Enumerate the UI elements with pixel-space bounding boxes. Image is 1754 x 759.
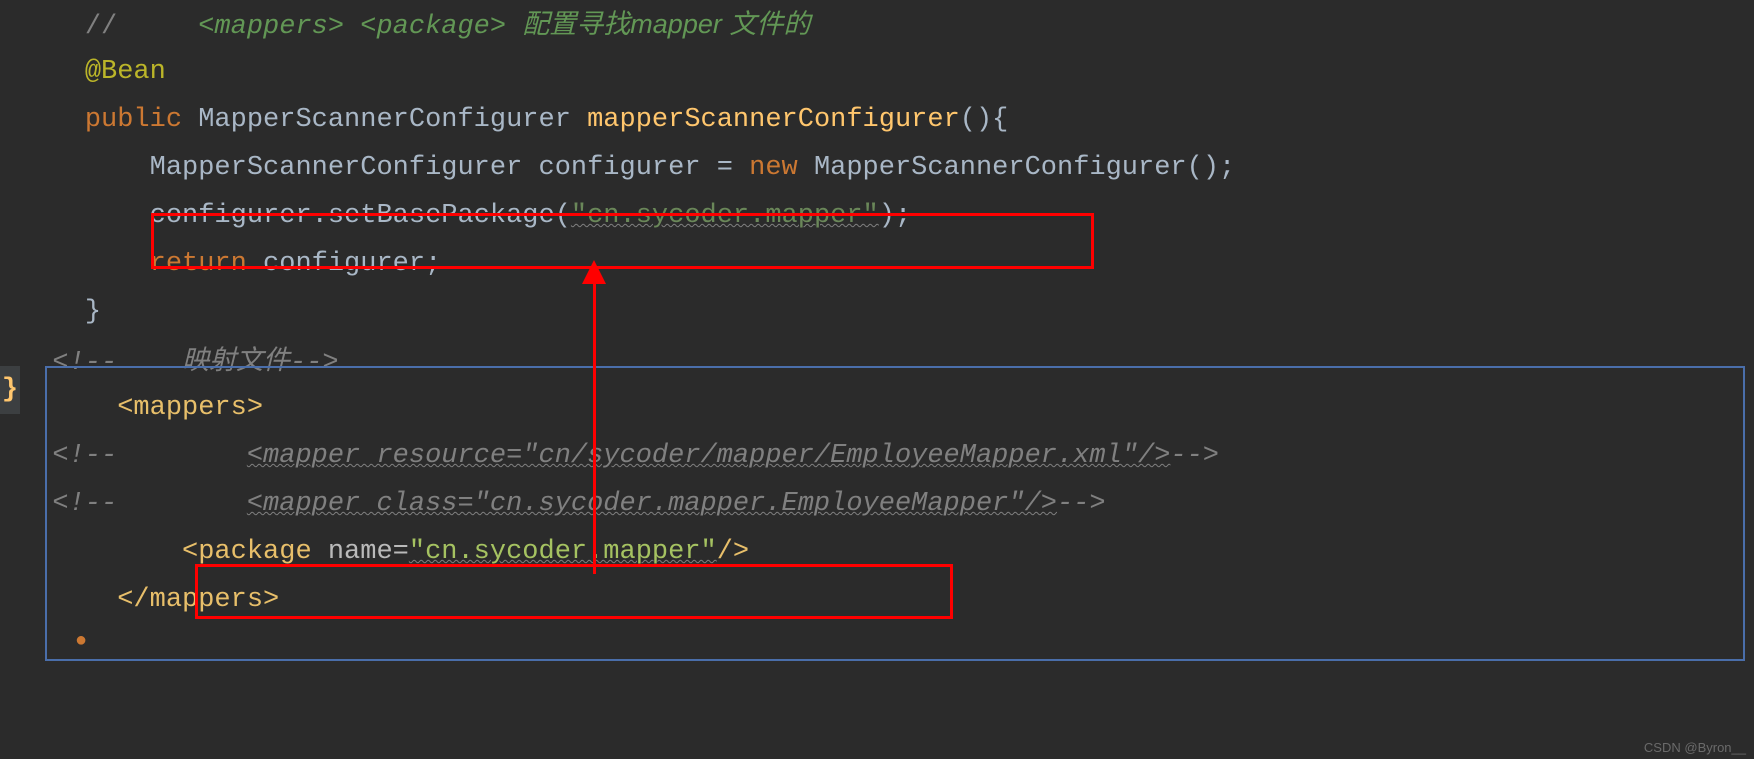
code-editor[interactable]: // <mappers> <package> 配置寻找mapper 文件的 @B… <box>0 0 1754 624</box>
equals: = <box>393 537 409 567</box>
breakpoint-icon[interactable]: ● <box>75 630 87 653</box>
watermark-text: CSDN @Byron__ <box>1644 740 1746 755</box>
string-literal: "cn.sycoder.mapper" <box>571 201 879 231</box>
xml-comment-end: --> <box>1170 441 1219 471</box>
xml-comment-start: <!-- <box>52 441 117 471</box>
identifier: configurer <box>539 153 701 183</box>
xml-attr: name <box>328 537 393 567</box>
code-line: // <mappers> <package> 配置寻找mapper 文件的 <box>0 0 1754 48</box>
code-line: <!-- <mapper resource="cn/sycoder/mapper… <box>0 432 1754 480</box>
xml-comment-text: <mapper class="cn.sycoder.mapper.Employe… <box>247 489 1057 519</box>
code-line: configurer.setBasePackage("cn.sycoder.ma… <box>0 192 1754 240</box>
code-line: <!-- <mapper class="cn.sycoder.mapper.Em… <box>0 480 1754 528</box>
method-call: configurer.setBasePackage( <box>150 201 571 231</box>
annotation: @Bean <box>85 57 166 87</box>
xml-open-tag: <mappers> <box>117 393 263 423</box>
xml-comment-text: <mapper resource="cn/sycoder/mapper/Empl… <box>247 441 1171 471</box>
code-line: return configurer; <box>0 240 1754 288</box>
code-line: } <box>0 288 1754 336</box>
xml-comment-start: <!-- <box>52 489 117 519</box>
operator: = <box>701 153 750 183</box>
method-name: mapperScannerConfigurer <box>587 105 960 135</box>
xml-close-tag: </mappers> <box>117 585 279 615</box>
xml-attr-value: "cn.sycoder.mapper" <box>409 537 717 567</box>
comment-xml: <mappers> <box>198 12 344 42</box>
code-line: <mappers> <box>0 384 1754 432</box>
keyword-public: public <box>85 105 182 135</box>
code-line: public MapperScannerConfigurer mapperSca… <box>0 96 1754 144</box>
parens: (){ <box>960 105 1009 135</box>
gutter-fold-icon[interactable]: } <box>0 366 20 414</box>
code-line: <package name="cn.sycoder.mapper"/> <box>0 528 1754 576</box>
type-name: MapperScannerConfigurer <box>150 153 523 183</box>
xml-comment-end: --> <box>290 348 339 378</box>
constructor-call: MapperScannerConfigurer(); <box>814 153 1235 183</box>
xml-tag: <package <box>182 537 312 567</box>
code-line: </mappers> <box>0 576 1754 624</box>
xml-self-close: /> <box>717 537 749 567</box>
xml-comment-start: <!-- <box>52 348 117 378</box>
close-brace: } <box>85 297 101 327</box>
code-line: @Bean <box>0 48 1754 96</box>
comment-xml: <package> <box>360 12 506 42</box>
semicolon: ); <box>879 201 911 231</box>
comment-cn: 配置寻找mapper 文件的 <box>522 9 810 39</box>
xml-comment-cn: 映射文件 <box>182 345 290 375</box>
xml-comment-end: --> <box>1057 489 1106 519</box>
code-line: MapperScannerConfigurer configurer = new… <box>0 144 1754 192</box>
keyword-new: new <box>749 153 798 183</box>
identifier: configurer; <box>263 249 441 279</box>
comment-text: // <box>85 12 117 42</box>
keyword-return: return <box>150 249 247 279</box>
type-name: MapperScannerConfigurer <box>198 105 571 135</box>
code-line: <!-- 映射文件--> <box>0 336 1754 384</box>
